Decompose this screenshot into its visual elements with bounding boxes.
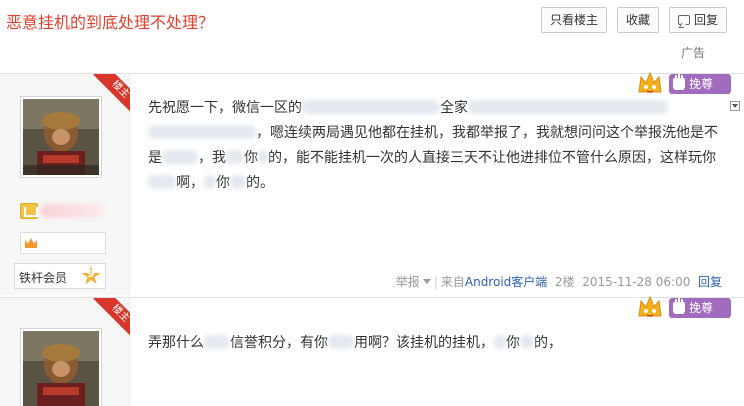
post-footer: 举报 | 来自Android客户端 2楼 2015-11-28 06:00 回复 bbox=[396, 273, 722, 290]
post-menu-arrow-icon[interactable] bbox=[730, 101, 740, 111]
honor-icon-box bbox=[20, 232, 106, 254]
post-body: 弄那什么 信誉积分，有你 用啊？该挂机的挂机， 你的， bbox=[148, 331, 728, 356]
client-link[interactable]: Android客户端 bbox=[465, 275, 547, 289]
redacted-text bbox=[468, 100, 668, 114]
wanzun-button[interactable]: 挽尊 bbox=[669, 298, 731, 318]
user-badge-icon[interactable] bbox=[20, 203, 38, 219]
reply-button-label: 回复 bbox=[693, 13, 718, 27]
reply-button[interactable]: 回复 bbox=[669, 7, 727, 33]
post-text-segment: 全家 bbox=[440, 100, 468, 116]
member-level-box[interactable]: 铁杆会员 9 bbox=[14, 263, 106, 289]
redacted-text bbox=[204, 175, 216, 189]
redacted-text bbox=[520, 335, 534, 349]
avatar[interactable] bbox=[20, 96, 102, 178]
ad-strip: 广告 bbox=[0, 42, 744, 63]
redacted-text bbox=[258, 150, 268, 164]
redacted-text bbox=[230, 175, 246, 189]
thread-header: 恶意挂机的到底处理不处理？ 只看楼主 收藏 回复 bbox=[0, 0, 744, 42]
wanzun-crown-icon bbox=[637, 294, 663, 320]
redacted-text bbox=[204, 335, 230, 349]
post-text-segment: 你 bbox=[244, 150, 258, 166]
thumbs-up-icon bbox=[673, 75, 685, 90]
floor-number: 2楼 bbox=[554, 275, 575, 289]
thumbs-up-icon bbox=[673, 299, 685, 314]
avatar-image bbox=[23, 331, 99, 406]
post-text-segment: ，我 bbox=[198, 150, 226, 166]
post-text-segment: 先祝愿一下，微信一区的 bbox=[148, 100, 302, 116]
post-text-segment: 弄那什么 bbox=[148, 335, 204, 351]
crown-icon[interactable] bbox=[25, 238, 37, 248]
wanzun-button[interactable]: 挽尊 bbox=[669, 74, 731, 94]
ad-label: 广告 bbox=[681, 46, 706, 60]
post-text-segment: 啊， bbox=[176, 175, 204, 191]
wanzun-label: 挽尊 bbox=[689, 301, 714, 315]
author-panel: 楼主 铁杆会员 9 bbox=[0, 74, 130, 295]
post-floor-3: 楼主 挽尊 弄那什么 信誉积分，有你 用啊？该挂机的挂机， 你 的， bbox=[0, 295, 744, 406]
username-redacted[interactable] bbox=[40, 204, 104, 218]
avatar-image bbox=[23, 99, 99, 175]
post-text-segment: 的， bbox=[534, 335, 562, 351]
redacted-text bbox=[302, 100, 440, 114]
reply-icon bbox=[677, 15, 690, 25]
thread-title: 恶意挂机的到底处理不处理？ bbox=[6, 13, 215, 32]
redacted-text bbox=[148, 175, 176, 189]
source-prefix: 来自 bbox=[440, 275, 465, 289]
wanzun-widget[interactable]: 挽尊 bbox=[637, 294, 733, 320]
redacted-text bbox=[494, 335, 506, 349]
only-op-button[interactable]: 只看楼主 bbox=[541, 7, 607, 33]
post-body: 先祝愿一下，微信一区的 全家 ，嗯连续两局遇见他都在挂机，我都举报了，我就想问问这… bbox=[148, 96, 728, 196]
favorite-button[interactable]: 收藏 bbox=[617, 7, 659, 33]
redacted-text bbox=[226, 150, 244, 164]
redacted-text bbox=[328, 335, 354, 349]
author-panel: 楼主 bbox=[0, 298, 130, 406]
level-number: 9 bbox=[87, 269, 95, 280]
redacted-text bbox=[148, 125, 256, 139]
avatar[interactable] bbox=[20, 328, 102, 406]
post-text-segment: 你 bbox=[506, 335, 520, 351]
member-label: 铁杆会员 bbox=[19, 271, 68, 285]
post-text-segment: 用啊？该挂机的挂机， bbox=[354, 335, 494, 351]
post-reply-link[interactable]: 回复 bbox=[698, 275, 722, 289]
post-text-segment: 你 bbox=[216, 175, 230, 191]
post-text-segment: 的。 bbox=[246, 175, 274, 191]
post-content: 挽尊 先祝愿一下，微信一区的 全家 ，嗯连续两局遇见他都在挂机，我都举报了，我就想… bbox=[131, 71, 744, 295]
redacted-text bbox=[162, 150, 198, 164]
post-text-segment: 信誉积分，有你 bbox=[230, 335, 328, 351]
post-text-segment: 的，能不能挂机一次的人直接三天不让他进排位不管什么原因，这样玩你 bbox=[268, 150, 716, 166]
wanzun-widget[interactable]: 挽尊 bbox=[637, 70, 733, 96]
post-time: 2015-11-28 06:00 bbox=[582, 275, 691, 289]
post-content: 挽尊 弄那什么 信誉积分，有你 用啊？该挂机的挂机， 你的， bbox=[131, 295, 744, 406]
post-floor-2: 楼主 铁杆会员 9 挽尊 先祝愿一下，微信一区的 全家 ，嗯连续两局遇见他都在挂… bbox=[0, 71, 744, 295]
footer-separator: | bbox=[433, 275, 438, 289]
report-link[interactable]: 举报 bbox=[396, 275, 431, 289]
wanzun-label: 挽尊 bbox=[689, 77, 714, 91]
wanzun-crown-icon bbox=[637, 70, 663, 96]
